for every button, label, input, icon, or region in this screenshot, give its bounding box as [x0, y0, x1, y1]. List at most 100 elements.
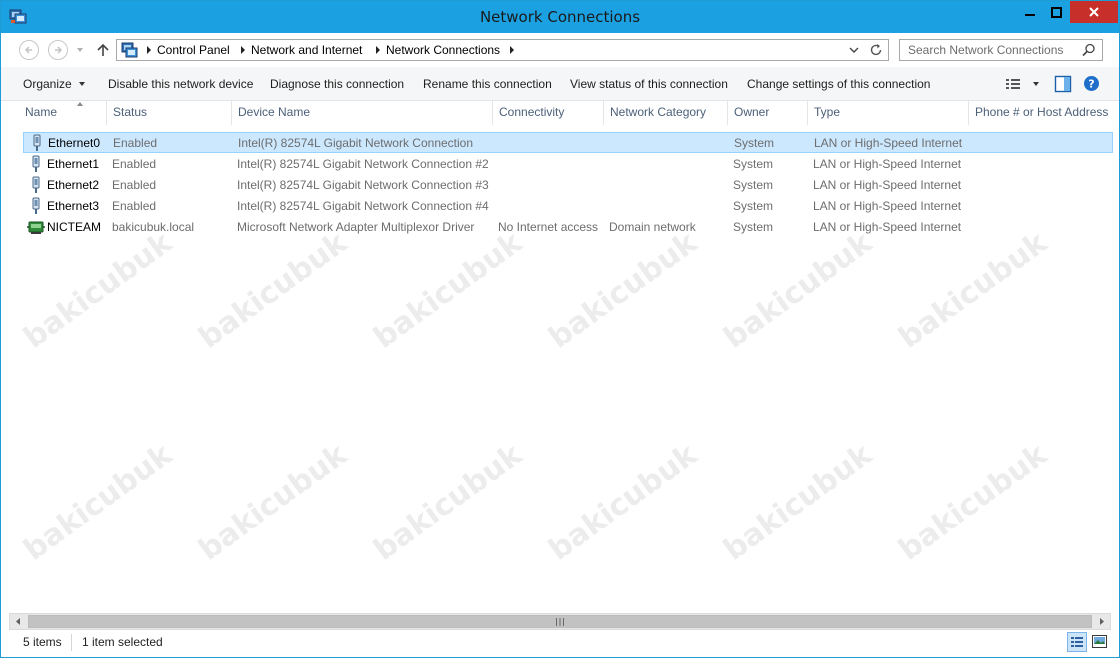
breadcrumb-separator-icon[interactable] — [510, 46, 514, 54]
connection-row-nicteam[interactable]: NICTEAM bakicubuk.local Microsoft Networ… — [23, 217, 1113, 238]
connection-connectivity: No Internet access — [498, 220, 599, 234]
connection-row-ethernet2[interactable]: Ethernet2 Enabled Intel(R) 82574L Gigabi… — [23, 175, 1113, 196]
connection-status: Enabled — [112, 199, 157, 213]
ethernet-adapter-icon — [32, 176, 40, 193]
breadcrumb-separator-icon[interactable] — [241, 46, 245, 54]
sort-ascending-icon — [77, 102, 83, 106]
connection-device-name: Microsoft Network Adapter Multiplexor Dr… — [237, 220, 475, 234]
forward-button[interactable] — [48, 40, 68, 60]
disable-network-device-button[interactable]: Disable this network device — [108, 77, 253, 91]
connections-list: bakicubuk bakicubuk bakicubuk bakicubuk … — [1, 125, 1119, 613]
watermark-text: bakicubuk — [367, 437, 529, 568]
connection-device-name: Intel(R) 82574L Gigabit Network Connecti… — [237, 157, 489, 171]
connection-network-category: Domain network — [609, 220, 696, 234]
search-input[interactable] — [900, 40, 1078, 60]
search-box[interactable] — [899, 39, 1103, 61]
help-icon[interactable]: ? — [1083, 75, 1100, 92]
connection-name: NICTEAM — [47, 220, 101, 234]
minimize-button[interactable] — [1016, 1, 1043, 23]
watermark-text: bakicubuk — [892, 225, 1054, 356]
diagnose-connection-button[interactable]: Diagnose this connection — [270, 77, 404, 91]
maximize-button[interactable] — [1043, 1, 1070, 23]
scrollbar-thumb[interactable] — [28, 615, 1092, 628]
ethernet-adapter-icon — [32, 197, 40, 214]
view-options-icon[interactable] — [1005, 77, 1021, 91]
connection-row-ethernet1[interactable]: Ethernet1 Enabled Intel(R) 82574L Gigabi… — [23, 154, 1113, 175]
close-icon — [1089, 7, 1099, 17]
back-button[interactable] — [19, 40, 39, 60]
breadcrumb-network-connections[interactable]: Network Connections — [386, 43, 500, 57]
address-bar[interactable]: Control Panel Network and Internet Netwo… — [116, 39, 889, 61]
address-row: Control Panel Network and Internet Netwo… — [1, 33, 1119, 67]
connection-owner: System — [733, 178, 774, 192]
status-bar: 5 items 1 item selected — [1, 630, 1119, 657]
column-header-label: Name — [25, 105, 58, 119]
rename-connection-button[interactable]: Rename this connection — [423, 77, 552, 91]
network-connections-window: Network Connections Control Panel Networ… — [0, 0, 1120, 658]
watermark-text: bakicubuk — [367, 225, 529, 356]
horizontal-scrollbar[interactable] — [9, 613, 1111, 630]
scroll-left-icon[interactable] — [10, 614, 27, 629]
preview-pane-icon[interactable] — [1054, 75, 1072, 93]
ethernet-adapter-icon — [32, 155, 40, 172]
details-view-icon — [1071, 637, 1083, 647]
refresh-icon[interactable] — [869, 43, 883, 57]
details-view-button[interactable] — [1067, 632, 1087, 652]
watermark-text: bakicubuk — [17, 437, 179, 568]
column-header-status[interactable]: Status — [107, 101, 232, 125]
close-button[interactable] — [1070, 1, 1118, 23]
connection-status: Enabled — [113, 136, 158, 150]
change-settings-button[interactable]: Change settings of this connection — [747, 77, 930, 91]
view-status-button[interactable]: View status of this connection — [570, 77, 728, 91]
column-header-owner[interactable]: Owner — [728, 101, 808, 125]
connection-row-ethernet0[interactable]: Ethernet0 Enabled Intel(R) 82574L Gigabi… — [23, 132, 1113, 153]
connection-device-name: Intel(R) 82574L Gigabit Network Connecti… — [238, 136, 474, 150]
connection-status: Enabled — [112, 178, 157, 192]
breadcrumb-separator-icon[interactable] — [147, 46, 151, 54]
nic-team-icon — [27, 221, 45, 234]
breadcrumb-separator-icon[interactable] — [376, 46, 380, 54]
column-header-network-category[interactable]: Network Category — [604, 101, 728, 125]
selection-count: 1 item selected — [82, 635, 163, 649]
connection-name: Ethernet2 — [47, 178, 100, 192]
column-header-device-name[interactable]: Device Name — [232, 101, 493, 125]
watermark-text: bakicubuk — [717, 437, 879, 568]
organize-chevron-down-icon[interactable] — [79, 82, 85, 86]
connection-status: Enabled — [112, 157, 157, 171]
watermark-text: bakicubuk — [192, 225, 354, 356]
view-options-chevron-down-icon[interactable] — [1033, 82, 1039, 86]
up-arrow-icon[interactable] — [95, 42, 111, 58]
control-panel-icon — [121, 42, 138, 58]
column-header-connectivity[interactable]: Connectivity — [493, 101, 604, 125]
connection-type: LAN or High-Speed Internet — [813, 199, 962, 213]
address-chevron-down-icon[interactable] — [849, 46, 859, 54]
column-header-type[interactable]: Type — [808, 101, 969, 125]
scroll-right-icon[interactable] — [1093, 614, 1110, 629]
title-bar[interactable]: Network Connections — [1, 1, 1119, 33]
large-icons-view-icon[interactable] — [1091, 633, 1108, 650]
column-header-phone-host-address[interactable]: Phone # or Host Address — [969, 101, 1119, 125]
watermark-text: bakicubuk — [717, 225, 879, 356]
connection-device-name: Intel(R) 82574L Gigabit Network Connecti… — [237, 199, 489, 213]
connection-owner: System — [733, 157, 774, 171]
status-divider — [71, 634, 72, 651]
column-header-label: Device Name — [238, 105, 311, 119]
connection-type: LAN or High-Speed Internet — [813, 178, 962, 192]
column-header-name[interactable]: Name — [19, 101, 107, 125]
organize-button[interactable]: Organize — [23, 77, 72, 91]
search-icon[interactable] — [1082, 43, 1096, 57]
breadcrumb-network-and-internet[interactable]: Network and Internet — [251, 43, 362, 57]
watermark-text: bakicubuk — [542, 225, 704, 356]
connection-owner: System — [733, 199, 774, 213]
connection-row-ethernet3[interactable]: Ethernet3 Enabled Intel(R) 82574L Gigabi… — [23, 196, 1113, 217]
forward-arrow-icon — [55, 46, 63, 54]
recent-locations-chevron-down-icon[interactable] — [75, 45, 85, 55]
column-header-label: Owner — [734, 105, 770, 119]
breadcrumb-control-panel[interactable]: Control Panel — [157, 43, 230, 57]
connection-name: Ethernet0 — [48, 136, 101, 150]
connection-device-name: Intel(R) 82574L Gigabit Network Connecti… — [237, 178, 489, 192]
watermark-text: bakicubuk — [17, 225, 179, 356]
connection-type: LAN or High-Speed Internet — [814, 136, 963, 150]
connection-name: Ethernet1 — [47, 157, 100, 171]
connection-owner: System — [734, 136, 775, 150]
